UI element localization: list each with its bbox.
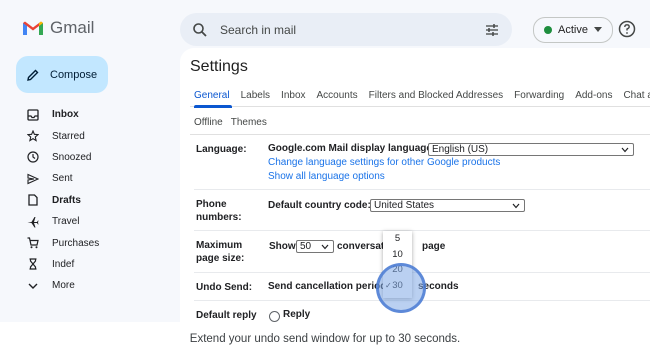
tab-forwarding[interactable]: Forwarding xyxy=(514,90,564,101)
tab-filters[interactable]: Filters and Blocked Addresses xyxy=(369,90,504,101)
sidebar-item-purchases[interactable]: Purchases xyxy=(0,232,170,253)
tab-inbox[interactable]: Inbox xyxy=(281,90,305,101)
compose-label: Compose xyxy=(50,68,98,81)
page-size-select[interactable]: 50 xyxy=(296,240,334,253)
cancellation-period-label: Send cancellation period xyxy=(268,281,387,292)
language-label: Language: xyxy=(196,144,247,155)
star-icon xyxy=(26,129,40,143)
search-options-icon[interactable] xyxy=(484,22,500,38)
tab-general[interactable]: General xyxy=(194,90,230,101)
chevron-down-icon xyxy=(593,27,602,32)
sidebar-item-sent[interactable]: Sent xyxy=(0,168,170,189)
clock-icon xyxy=(26,150,40,164)
language-select[interactable]: English (US) xyxy=(428,143,634,156)
sidebar-item-drafts[interactable]: Drafts xyxy=(0,190,170,211)
selected-tab-indicator xyxy=(194,105,232,108)
sidebar-item-snoozed[interactable]: Snoozed xyxy=(0,147,170,168)
hourglass-icon xyxy=(26,257,40,271)
sidebar-item-travel[interactable]: Travel xyxy=(0,211,170,232)
chevron-down-icon xyxy=(621,147,629,153)
tab-themes[interactable]: Themes xyxy=(231,117,267,128)
draft-icon xyxy=(26,193,40,207)
tab-offline[interactable]: Offline xyxy=(194,117,223,128)
sidebar-nav: Inbox Starred Snoozed Sent Drafts Travel… xyxy=(0,104,170,297)
send-icon xyxy=(26,172,40,186)
phone-label: Phone numbers: xyxy=(196,199,242,223)
row-divider xyxy=(194,272,650,273)
click-highlight xyxy=(376,263,426,313)
show-languages-link[interactable]: Show all language options xyxy=(268,171,385,182)
dropdown-option[interactable]: 10 xyxy=(383,247,412,263)
video-caption: Extend your undo send window for up to 3… xyxy=(189,333,461,345)
sidebar-item-label: Purchases xyxy=(52,237,100,249)
reply-radio-label: Reply xyxy=(283,309,311,320)
sidebar-item-label: Snoozed xyxy=(52,151,92,163)
status-label: Active xyxy=(558,24,588,36)
sidebar-item-starred[interactable]: Starred xyxy=(0,125,170,146)
status-button[interactable]: Active xyxy=(533,17,613,43)
page-size-value: 50 xyxy=(300,241,312,252)
search-icon[interactable] xyxy=(192,22,208,38)
chevron-down-icon xyxy=(321,244,329,250)
country-select[interactable]: United States xyxy=(370,199,525,212)
sidebar-item-label: Inbox xyxy=(52,109,79,121)
page-title: Settings xyxy=(190,58,248,75)
change-language-link[interactable]: Change language settings for other Googl… xyxy=(268,157,500,168)
status-dot-icon xyxy=(544,26,552,34)
sidebar-item-label: Sent xyxy=(52,173,73,185)
undo-send-label: Undo Send: xyxy=(196,282,253,293)
tab-accounts[interactable]: Accounts xyxy=(317,90,358,101)
page-size-suffix: conversat xyxy=(337,241,385,252)
dropdown-option[interactable]: 5 xyxy=(383,231,412,247)
default-reply-label: Default reply xyxy=(196,310,257,321)
gmail-wordmark: Gmail xyxy=(50,18,95,37)
sidebar-item-label: Travel xyxy=(52,216,80,228)
sidebar-item-label: Starred xyxy=(52,130,85,142)
page-size-suffix-end: page xyxy=(422,241,446,252)
gmail-app: Gmail Search in mail Active Compose Inbo… xyxy=(0,0,650,322)
language-select-value: English (US) xyxy=(432,144,489,155)
tab-addons[interactable]: Add-ons xyxy=(575,90,612,101)
reply-radio[interactable] xyxy=(269,311,280,322)
tab-divider xyxy=(190,106,650,107)
help-icon[interactable] xyxy=(618,20,636,38)
sidebar-item-label: More xyxy=(52,280,75,292)
sidebar-item-inbox[interactable]: Inbox xyxy=(0,104,170,125)
inbox-icon xyxy=(26,108,40,122)
compose-button[interactable]: Compose xyxy=(16,56,108,93)
tab-divider xyxy=(190,134,650,135)
chevron-down-icon xyxy=(512,203,520,209)
country-code-label: Default country code: xyxy=(268,200,371,211)
settings-tabs-row2: Offline Themes xyxy=(194,117,275,128)
search-bar[interactable]: Search in mail xyxy=(180,13,512,46)
page-size-label: Maximum page size: xyxy=(196,240,245,264)
pencil-icon xyxy=(27,69,39,81)
sidebar-item-indef[interactable]: Indef xyxy=(0,254,170,275)
settings-tabs: General Labels Inbox Accounts Filters an… xyxy=(194,90,650,101)
chevron-down-icon xyxy=(26,279,40,293)
tab-labels[interactable]: Labels xyxy=(241,90,270,101)
gmail-logo[interactable]: Gmail xyxy=(22,18,94,38)
sidebar-item-label: Indef xyxy=(52,258,75,270)
gmail-m-icon xyxy=(23,21,43,35)
country-select-value: United States xyxy=(374,200,435,211)
airplane-icon xyxy=(26,215,40,229)
tab-chat[interactable]: Chat and xyxy=(623,90,650,101)
cart-icon xyxy=(26,236,40,250)
display-language-label: Google.com Mail display language: xyxy=(268,143,436,154)
row-divider xyxy=(194,230,650,231)
search-input[interactable]: Search in mail xyxy=(220,23,484,37)
row-divider xyxy=(194,189,650,190)
sidebar-item-label: Drafts xyxy=(52,194,81,206)
sidebar-item-more[interactable]: More xyxy=(0,275,170,296)
page-size-show: Show xyxy=(269,241,296,252)
